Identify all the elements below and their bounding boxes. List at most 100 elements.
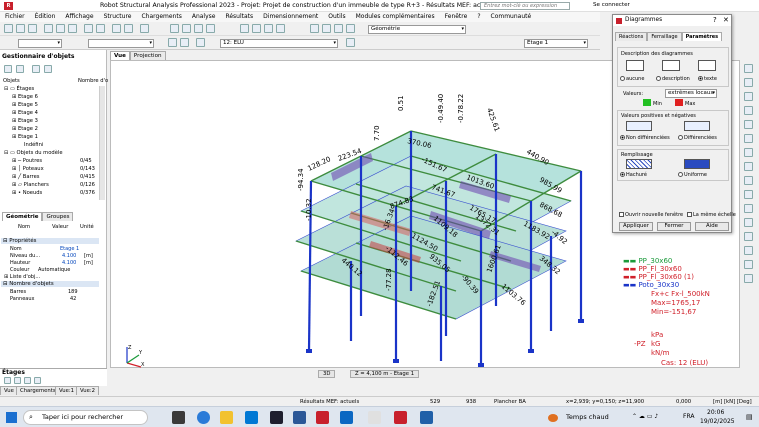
robot-app-icon[interactable]: R: [4, 2, 13, 10]
current-level[interactable]: Z = 4,100 m - Etage 1: [350, 370, 420, 378]
case-prev-icon[interactable]: [180, 38, 189, 47]
undo-icon[interactable]: [56, 24, 65, 33]
load-case-select[interactable]: 12: ELU: [220, 39, 338, 48]
bars-icon[interactable]: [252, 24, 261, 33]
vt-tool-14-icon[interactable]: [744, 246, 753, 255]
word-icon[interactable]: [293, 411, 306, 424]
view-mode-3d[interactable]: 3D: [318, 370, 336, 378]
taskbar-search-input[interactable]: Taper ici pour rechercher: [23, 410, 148, 425]
vt-tool-12-icon[interactable]: [744, 218, 753, 227]
app-icon-3[interactable]: [420, 411, 433, 424]
max-color-swatch[interactable]: [675, 99, 683, 106]
tree-etages[interactable]: ⊟ ▭ Étages: [4, 86, 34, 92]
task-view-icon[interactable]: [172, 411, 185, 424]
tree-etage-5[interactable]: ⊞ Etage 5: [12, 102, 38, 108]
vt-tool-11-icon[interactable]: [744, 204, 753, 213]
case-next-icon[interactable]: [196, 38, 205, 47]
prop-row-name-value[interactable]: Etage 1: [60, 246, 79, 252]
paste-icon[interactable]: [96, 24, 105, 33]
inspector-pick-icon[interactable]: [32, 65, 40, 73]
inspector-filter-icon[interactable]: [4, 65, 12, 73]
app-icon[interactable]: [340, 411, 353, 424]
radio-hatch[interactable]: Hachuré: [620, 172, 647, 178]
tree-noeuds[interactable]: ⊞ • Noeuds: [12, 190, 42, 196]
vt-tool-5-icon[interactable]: [744, 120, 753, 129]
weather-icon[interactable]: [548, 414, 558, 422]
tree-etage-2[interactable]: ⊞ Etage 2: [12, 126, 38, 132]
rotate-icon[interactable]: [206, 24, 215, 33]
vt-tool-6-icon[interactable]: [744, 134, 753, 143]
prop-section-properties[interactable]: ⊟ Propriétés: [1, 238, 99, 244]
loads-icon[interactable]: [310, 24, 319, 33]
posneg-undiff-preview-icon[interactable]: [626, 121, 652, 131]
menu-affichage[interactable]: Affichage: [60, 12, 98, 20]
properties-icon[interactable]: [112, 24, 121, 33]
app-icon-2[interactable]: [368, 411, 381, 424]
desc-description-preview-icon[interactable]: [662, 60, 680, 71]
weather-text[interactable]: Temps chaud: [566, 413, 609, 421]
menu-resultats[interactable]: Résultats: [220, 12, 258, 20]
close-button[interactable]: Fermer: [657, 222, 691, 231]
clock-time[interactable]: 20:06: [707, 409, 724, 416]
radio-diff[interactable]: Différenciées: [678, 135, 717, 141]
copy-icon[interactable]: [84, 24, 93, 33]
fill-hatch-preview-icon[interactable]: [626, 159, 652, 169]
diagrams-icon[interactable]: [334, 24, 343, 33]
notifications-icon[interactable]: ▤: [746, 413, 753, 421]
prop-row-color-value[interactable]: Automatique: [38, 267, 70, 273]
vt-tool-8-icon[interactable]: [744, 162, 753, 171]
checkbox-open-new[interactable]: Ouvrir nouvelle fenêtre: [619, 212, 683, 218]
explorer-icon[interactable]: [220, 411, 233, 424]
vt-tool-2-icon[interactable]: [744, 78, 753, 87]
etage-add-icon[interactable]: [4, 377, 11, 384]
tree-scrollbar[interactable]: [99, 86, 105, 200]
radio-desc-none[interactable]: aucune: [620, 76, 644, 82]
fill-uniform-preview-icon[interactable]: [684, 159, 710, 169]
vt-tool-7-icon[interactable]: [744, 148, 753, 157]
tree-etage-1[interactable]: ⊞ Etage 1: [12, 134, 88, 140]
desc-text-preview-icon[interactable]: [698, 60, 716, 71]
menu-help[interactable]: ?: [472, 12, 485, 20]
tree-poutres[interactable]: ⊞ ─ Poutres: [12, 158, 42, 164]
open-file-icon[interactable]: [16, 24, 25, 33]
tree-etage-4[interactable]: ⊞ Etage 4: [12, 110, 38, 116]
prop-section-count[interactable]: ⊟ Nombre d'objets: [1, 281, 99, 287]
view-icon[interactable]: [170, 24, 179, 33]
menu-structure[interactable]: Structure: [99, 12, 137, 20]
filter-icon[interactable]: [168, 38, 177, 47]
tab-geometrie[interactable]: Géométrie: [2, 212, 43, 221]
bottom-tab-vue2[interactable]: Vue:2: [76, 386, 100, 395]
vt-tool-10-icon[interactable]: [744, 190, 753, 199]
vt-tool-15-icon[interactable]: [744, 260, 753, 269]
case-list-icon[interactable]: [346, 38, 355, 47]
menu-analyse[interactable]: Analyse: [187, 12, 221, 20]
maps-icon[interactable]: [346, 24, 355, 33]
dlg-tab-ferraillage[interactable]: Ferraillage: [647, 32, 682, 41]
tab-projection[interactable]: Projection: [129, 51, 166, 60]
robot-taskbar-icon[interactable]: [394, 411, 407, 424]
outlook-icon[interactable]: [245, 411, 258, 424]
nodes-icon[interactable]: [240, 24, 249, 33]
vt-tool-3-icon[interactable]: [744, 92, 753, 101]
help-search-input[interactable]: Entrez mot-clé ou expression: [480, 2, 570, 10]
menu-communaute[interactable]: Communauté: [486, 12, 537, 20]
vt-tool-16-icon[interactable]: [744, 274, 753, 283]
structure-type-select[interactable]: [18, 39, 62, 48]
menu-edition[interactable]: Édition: [30, 12, 61, 20]
help-button[interactable]: Aide: [695, 222, 729, 231]
clock-date[interactable]: 19/02/2025: [700, 418, 735, 425]
results-icon[interactable]: [322, 24, 331, 33]
vt-tool-4-icon[interactable]: [744, 106, 753, 115]
vt-tool-1-icon[interactable]: [744, 64, 753, 73]
redo-icon[interactable]: [68, 24, 77, 33]
bottom-tab-vue1[interactable]: Vue:1: [55, 386, 79, 395]
zoom-icon[interactable]: [182, 24, 191, 33]
inspector-help-icon[interactable]: [44, 65, 52, 73]
etage-settings-icon[interactable]: [34, 377, 41, 384]
edge-icon[interactable]: [197, 411, 210, 424]
menu-fenetre[interactable]: Fenêtre: [440, 12, 473, 20]
tree-poteaux[interactable]: ⊞ │ Poteaux: [12, 166, 44, 172]
tree-etage-6[interactable]: ⊞ Etage 6: [12, 94, 38, 100]
radio-uniform[interactable]: Uniforme: [678, 172, 707, 178]
etage-up-icon[interactable]: [14, 377, 21, 384]
